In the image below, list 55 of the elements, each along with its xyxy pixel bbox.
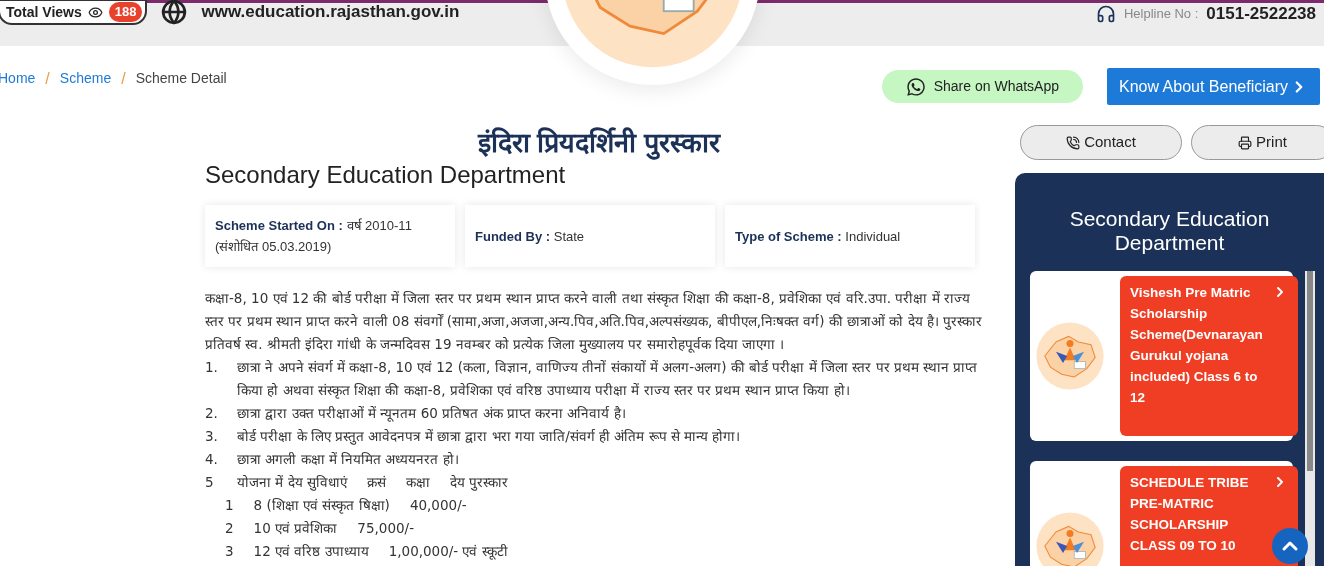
views-label: Total Views [6, 2, 82, 22]
helpline-number: 0151-2522238 [1206, 3, 1316, 25]
table-text: 8 (शिक्षा एवं संस्कृत षिक्षा) [253, 496, 390, 516]
scheme-name: SCHEDULE TRIBE PRE-MATRIC SCHOLARSHIP CLASS 09 TO 10 [1130, 474, 1250, 555]
globe-icon [161, 0, 188, 25]
list-item-text: छात्रा अगली कक्षा में नियमित अध्ययनरत हो। [237, 450, 459, 469]
eye-icon [87, 4, 103, 20]
list-number: 5 [205, 473, 215, 492]
table-text: देय पुरस्कार [449, 473, 509, 493]
print-button[interactable]: Print [1191, 125, 1324, 160]
scrollbar-thumb[interactable] [1307, 271, 1313, 471]
contact-button[interactable]: Contact [1020, 125, 1182, 160]
table-text: क्रसं [366, 473, 386, 492]
printer-icon [1238, 135, 1253, 150]
info-text: Scheme Started On : वर्ष 2010-11 (संशोधित 05.03.2019) [215, 217, 413, 256]
breadcrumb-separator: / [45, 68, 50, 89]
breadcrumb-link[interactable]: Scheme [59, 68, 112, 89]
row-number: 3 [225, 542, 234, 561]
table-text: 10 एवं प्रवेशिका [253, 519, 338, 538]
list-number: 4. [205, 450, 219, 469]
helpline-label: Helpline No : [1123, 5, 1199, 23]
info-text: Type of Scheme : Individual [735, 227, 901, 246]
table-text: कक्षा [405, 473, 430, 492]
scheme-label[interactable]: Vishesh Pre Matric Scholarship Scheme(Devnarayan Gurukul yojana included) Class 6 to 12 [1120, 276, 1298, 436]
info-text: Funded By : State [475, 227, 585, 246]
description-paragraph: कक्षा-8, 10 एवं 12 की बोर्ड परीक्षा में जिला स्तर पर प्रथम स्थान प्राप्त करने वाली तथा संस्कृत शिक्षा की कक्षा-8, प्रवेशिका एवं वरि.उपा. परीक्षा में राज्य स्तर पर प्रथम स्थान प्राप्त करने वाली 08 संवर्गों (सामा,अजा,अजजा,अन्य.पिव,अति.पिव,अल्पसंख्यक, बीपीएल,निःषक्त वर्ग) की छात्राओं को देय है। पुरस्कार प्रतिवर्ष स्व. श्रीमती इंदिरा गांधी के जन्मदिवस 19 नवम्बर को प्रत्येक जिला मुख्यालय पर समारोहपूर्वक दिया जाएगा । [205, 289, 984, 355]
views-count: 188 [108, 2, 143, 22]
row-number: 1 [225, 496, 234, 515]
panel-title: Secondary Education Department [1068, 207, 1271, 255]
list-item-text: छात्रा ने अपने संवर्ग में कक्षा-8, 10 एवं 12 (कला, विज्ञान, वाणिज्य तीनों संकायों में अलग-अलग) की बोर्ड परीक्षा में जिला स्तर पर प्रथम स्थान प्राप्त किया हो अथवा संस्कृत शिक्षा की कक्षा-8, प्रवेशिका एवं वरिष्ठ उपाध्याय परीक्षा में राज्य स्तर पर प्रथम स्थान प्राप्त किया हो। [237, 358, 979, 401]
table-text: 12 एवं वरिष्ठ उपाध्याय [253, 542, 369, 561]
table-text: 40,000/- [409, 496, 467, 515]
scheme-label[interactable]: SCHEDULE TRIBE PRE-MATRIC SCHOLARSHIP CLASS 09 TO 10 [1120, 466, 1298, 566]
list-item-text: बोर्ड परीक्षा के लिए प्रस्तुत आवेदनपत्र में छात्रा द्वारा भरा गया जाति/संवर्ग ही अंतिम रूप से मान्य होगा। [237, 427, 741, 447]
scheme-title: इंदिरा प्रियदर्शिनी पुरस्कार [476, 126, 722, 161]
scheme-logo-icon [1035, 511, 1105, 566]
breadcrumb-separator: / [121, 68, 126, 89]
list-number: 2. [205, 404, 219, 423]
scheme-logo-icon [1035, 321, 1105, 391]
website-link[interactable]: www.education.rajasthan.gov.in [201, 0, 460, 25]
row-number: 2 [225, 519, 234, 538]
list-number: 1. [205, 358, 219, 377]
scheme-name: Vishesh Pre Matric Scholarship Scheme(Devnarayan Gurukul yojana included) Class 6 to 12 [1130, 284, 1264, 407]
table-text: 75,000/- [357, 519, 415, 538]
list-number: 3. [205, 427, 219, 446]
headset-icon [1095, 3, 1116, 24]
beneficiary-button[interactable]: Know About Beneficiary [1107, 68, 1320, 105]
table-text: 1,00,000/- एवं स्कूटी [388, 542, 508, 562]
whatsapp-share-button[interactable]: Share on WhatsApp [881, 70, 1083, 103]
breadcrumb-link[interactable]: Home [0, 68, 36, 89]
whatsapp-icon [905, 76, 926, 97]
department-heading: Secondary Education Department [205, 160, 567, 190]
phone-icon [1066, 135, 1081, 150]
table-text: योजना में देय सुविधाएं [237, 473, 347, 493]
list-item-text: छात्रा द्वारा उक्त परीक्षाओं में न्यूनतम 60 प्रतिषत अंक प्राप्त करना अनिवार्य है। [237, 404, 626, 424]
